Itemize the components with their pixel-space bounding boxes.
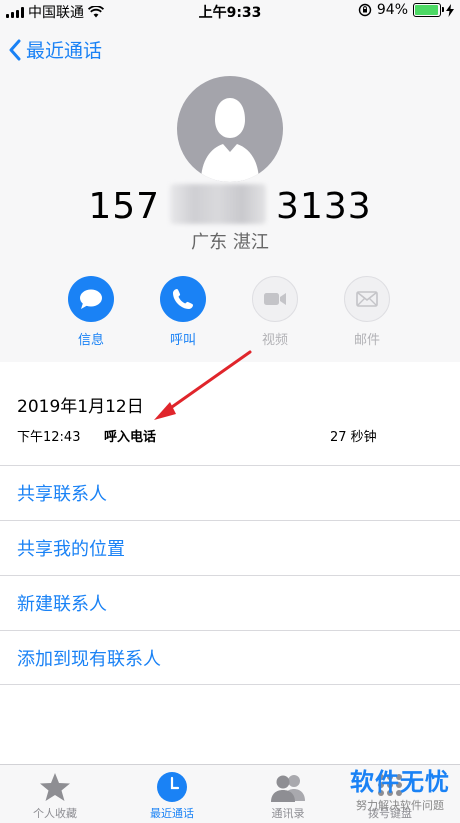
mail-button[interactable]: 邮件	[337, 276, 397, 348]
add-to-existing-contact-item[interactable]: 添加到现有联系人	[0, 630, 460, 685]
battery-info: 94%	[358, 2, 454, 18]
battery-icon	[413, 3, 444, 17]
new-contact-item[interactable]: 新建联系人	[0, 575, 460, 630]
phone-location: 广东 湛江	[191, 232, 269, 253]
phone-number-suffix: 3133	[276, 186, 372, 227]
orientation-lock-icon	[358, 3, 372, 17]
battery-percent: 94%	[376, 2, 408, 18]
annotation-arrow	[154, 350, 252, 420]
video-icon	[264, 293, 286, 305]
call-duration: 27 秒钟	[330, 430, 377, 445]
status-bar: 中国联通 上午9:33 94%	[0, 0, 460, 22]
avatar	[177, 76, 283, 182]
tab-favorites-label: 个人收藏	[33, 807, 77, 820]
tab-favorites[interactable]: 个人收藏	[5, 769, 105, 821]
call-date: 2019年1月12日	[17, 397, 144, 417]
call-button[interactable]: 呼叫	[153, 276, 213, 348]
phone-icon	[173, 289, 193, 309]
share-contact-item[interactable]: 共享联系人	[0, 465, 460, 520]
redacted-digits	[170, 184, 267, 224]
watermark-subtitle: 努力解决软件问题	[356, 799, 444, 812]
tab-recents-label: 最近通话	[150, 807, 194, 820]
contacts-icon	[271, 775, 305, 802]
mail-label: 邮件	[353, 333, 380, 348]
tab-contacts-label: 通讯录	[271, 807, 305, 820]
message-button[interactable]: 信息	[61, 276, 121, 348]
tab-contacts[interactable]: 通讯录	[238, 769, 338, 821]
back-label: 最近通话	[26, 40, 103, 62]
watermark: 软件无忧 努力解决软件问题	[350, 762, 450, 813]
message-label: 信息	[77, 333, 104, 348]
contact-actions-list: 共享联系人 共享我的位置 新建联系人 添加到现有联系人	[0, 465, 460, 685]
contact-header: 最近通话 157 3133 广东 湛江 信息 呼叫 视频 邮件	[0, 22, 460, 362]
call-time: 下午12:43	[17, 430, 81, 445]
person-silhouette-icon	[201, 98, 259, 182]
clock-icon	[157, 772, 187, 802]
tab-recents[interactable]: 最近通话	[122, 769, 222, 821]
phone-number-prefix: 157	[88, 186, 161, 227]
message-icon	[80, 289, 102, 309]
watermark-title: 软件无忧	[350, 768, 450, 796]
mail-icon	[356, 291, 378, 307]
phone-number: 157 3133	[0, 184, 460, 227]
share-location-item[interactable]: 共享我的位置	[0, 520, 460, 575]
back-button[interactable]: 最近通话	[8, 36, 102, 63]
charging-icon	[446, 3, 454, 17]
star-icon	[40, 773, 70, 801]
call-type: 呼入电话	[104, 430, 157, 445]
video-button[interactable]: 视频	[245, 276, 305, 348]
chevron-left-icon	[9, 39, 21, 60]
